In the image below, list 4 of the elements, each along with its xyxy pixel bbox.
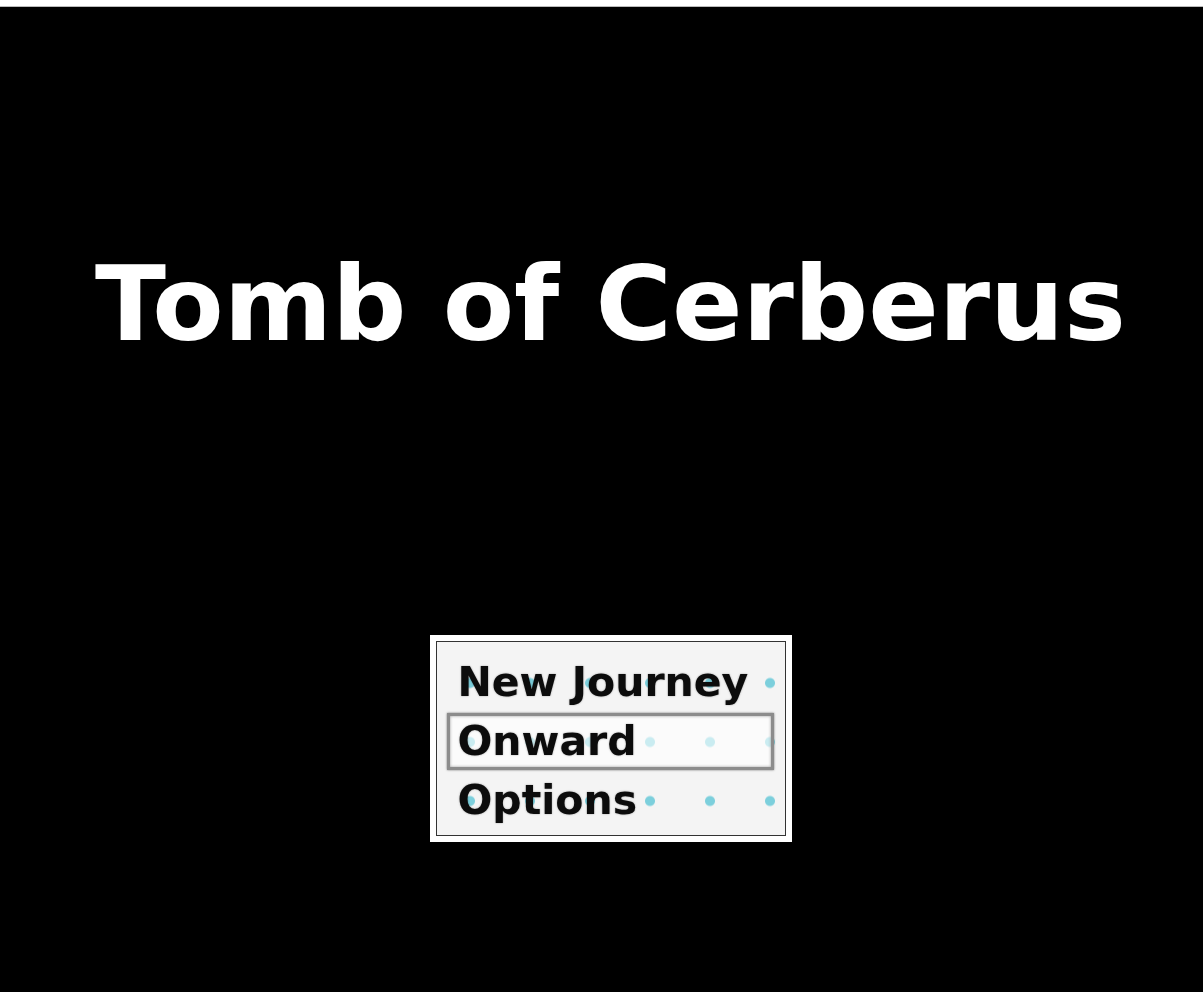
menu-item[interactable]: New Journey bbox=[446, 654, 774, 711]
menu-item[interactable]: Options bbox=[446, 772, 774, 829]
game-title: Tomb of Cerberus bbox=[95, 252, 1126, 356]
menu-item[interactable]: Onward bbox=[446, 713, 774, 770]
